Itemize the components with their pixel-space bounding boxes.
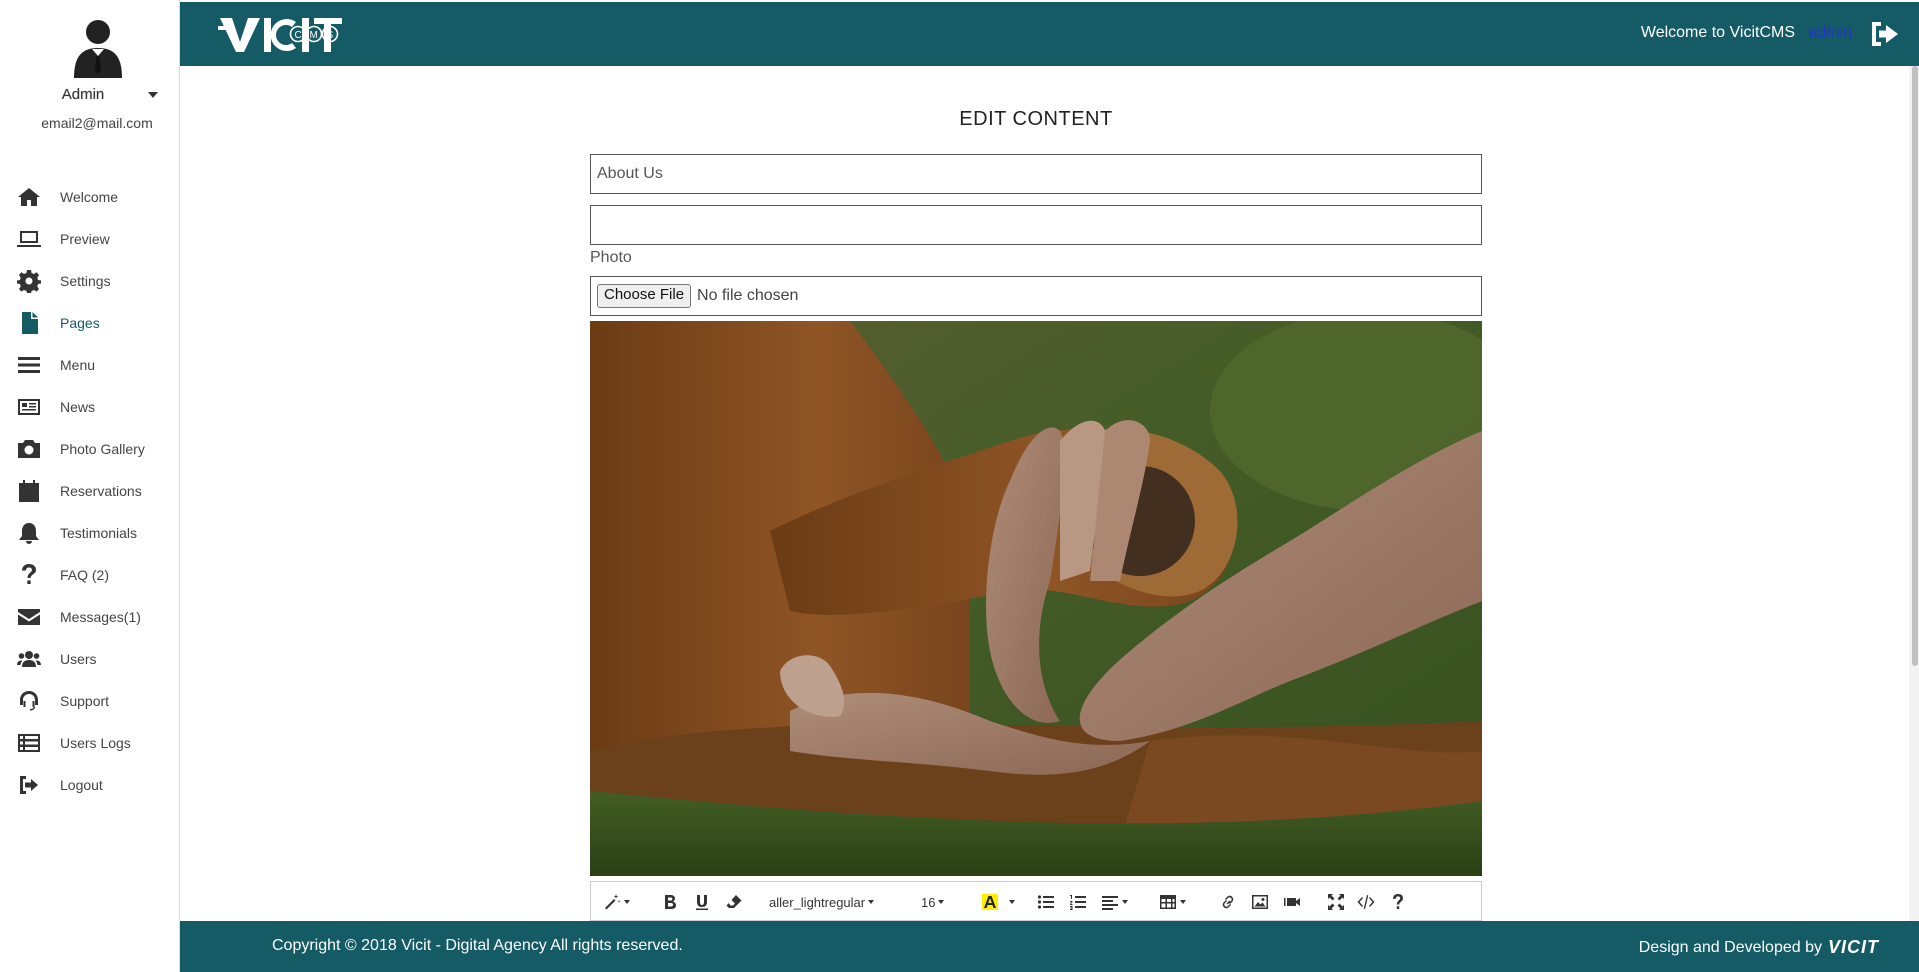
sidebar-item-welcome[interactable]: Welcome xyxy=(0,176,180,218)
font-size-label: 16 xyxy=(921,894,936,910)
main-content: EDIT CONTENT About Us Photo Choose File … xyxy=(180,66,1919,921)
question-icon xyxy=(16,562,42,588)
code-view-icon[interactable] xyxy=(1357,892,1375,912)
sidebar-item-settings[interactable]: Settings xyxy=(0,260,180,302)
sidebar-item-testimonials[interactable]: Testimonials xyxy=(0,512,180,554)
sidebar-item-news[interactable]: News xyxy=(0,386,180,428)
fullscreen-icon[interactable] xyxy=(1327,892,1345,912)
topbar: C M S Welcome to VicitCMS admin xyxy=(180,2,1919,66)
link-icon[interactable] xyxy=(1219,892,1237,912)
profile-name[interactable]: Admin xyxy=(0,86,166,103)
sidebar-item-users-logs[interactable]: Users Logs xyxy=(0,722,180,764)
footer-credit: Design and Developed by VICIT xyxy=(1639,937,1879,958)
sidebar-item-messages[interactable]: Messages(1) xyxy=(0,596,180,638)
chevron-down-icon[interactable] xyxy=(148,92,158,98)
unordered-list-icon[interactable] xyxy=(1037,892,1055,912)
bell-icon xyxy=(16,520,42,546)
sidebar-item-users[interactable]: Users xyxy=(0,638,180,680)
sidebar-item-label: Users Logs xyxy=(60,735,131,751)
gear-icon xyxy=(16,268,42,294)
photo-label: Photo xyxy=(590,249,632,266)
video-icon[interactable] xyxy=(1283,892,1301,912)
page-title: EDIT CONTENT xyxy=(959,108,1113,130)
sidebar-item-label: Welcome xyxy=(60,189,119,205)
sidebar-item-label: FAQ (2) xyxy=(60,567,110,583)
envelope-icon xyxy=(16,604,42,630)
sidebar: Admin email2@mail.com Welcome Preview Se… xyxy=(0,0,180,972)
ordered-list-icon[interactable] xyxy=(1069,892,1087,912)
photo-file-input[interactable]: Choose File No file chosen xyxy=(590,276,1482,316)
font-color-icon[interactable] xyxy=(981,892,1015,912)
sidebar-item-label: Settings xyxy=(60,273,111,289)
sidebar-item-label: Support xyxy=(60,693,110,709)
sidebar-item-faq[interactable]: FAQ (2) xyxy=(0,554,180,596)
eraser-icon[interactable] xyxy=(725,892,743,912)
newspaper-icon xyxy=(16,394,42,420)
footer-copyright: Copyright © 2018 Vicit - Digital Agency … xyxy=(272,937,683,954)
bars-icon xyxy=(16,352,42,378)
svg-text:M: M xyxy=(310,30,318,41)
font-family-label: aller_lightregular xyxy=(769,894,866,910)
font-family-dropdown[interactable]: aller_lightregular xyxy=(769,892,875,912)
sidebar-item-reservations[interactable]: Reservations xyxy=(0,470,180,512)
bold-icon[interactable] xyxy=(661,892,679,912)
sidebar-item-label: Messages(1) xyxy=(60,609,141,625)
subtitle-input[interactable] xyxy=(590,205,1482,245)
laptop-icon xyxy=(16,226,42,252)
about-us-photo xyxy=(590,321,1482,876)
sidebar-item-label: Pages xyxy=(60,315,100,331)
magic-icon[interactable] xyxy=(603,892,630,912)
sidebar-item-label: Preview xyxy=(60,231,110,247)
calendar-icon xyxy=(16,478,42,504)
sidebar-item-label: Testimonials xyxy=(60,525,138,541)
sidebar-item-label: Logout xyxy=(60,777,103,793)
table-icon[interactable] xyxy=(1159,892,1186,912)
footer-credit-text: Design and Developed by xyxy=(1638,938,1822,956)
underline-icon[interactable] xyxy=(693,892,711,912)
svg-text:S: S xyxy=(327,30,334,41)
sidebar-item-label: Menu xyxy=(60,357,96,373)
users-icon xyxy=(16,646,42,672)
editor-toolbar: aller_lightregular 16 xyxy=(590,881,1482,921)
sidebar-item-pages[interactable]: Pages xyxy=(0,302,180,344)
camera-icon xyxy=(16,436,42,462)
sidebar-item-photo-gallery[interactable]: Photo Gallery xyxy=(0,428,180,470)
choose-file-button[interactable]: Choose File xyxy=(597,284,692,308)
footer: Copyright © 2018 Vicit - Digital Agency … xyxy=(180,921,1919,972)
vicit-cms-logo[interactable]: C M S xyxy=(218,12,368,56)
admin-user-link[interactable]: admin xyxy=(1808,24,1852,42)
home-icon xyxy=(16,184,42,210)
list-icon xyxy=(16,730,42,756)
sidebar-item-label: Photo Gallery xyxy=(60,441,145,457)
title-input[interactable]: About Us xyxy=(590,154,1482,194)
picture-icon[interactable] xyxy=(1251,892,1269,912)
sign-out-icon[interactable] xyxy=(1869,20,1899,48)
sidebar-item-label: Reservations xyxy=(60,483,142,499)
align-icon[interactable] xyxy=(1101,892,1128,912)
vicit-footer-logo[interactable]: VICIT xyxy=(1828,937,1879,958)
avatar xyxy=(74,20,122,78)
font-size-dropdown[interactable]: 16 xyxy=(921,892,945,912)
welcome-text: Welcome to VicitCMS xyxy=(1640,24,1795,41)
sidebar-item-logout[interactable]: Logout xyxy=(0,764,180,806)
file-icon xyxy=(16,310,42,336)
svg-text:C: C xyxy=(295,30,302,41)
sidebar-item-label: Users xyxy=(60,651,97,667)
sidebar-item-label: News xyxy=(60,399,96,415)
sidebar-nav: Welcome Preview Settings Pages Menu News… xyxy=(0,176,180,806)
sidebar-item-support[interactable]: Support xyxy=(0,680,180,722)
headset-icon xyxy=(16,688,42,714)
help-icon[interactable] xyxy=(1389,892,1407,912)
file-status: No file chosen xyxy=(697,287,799,304)
profile-email: email2@mail.com xyxy=(41,115,153,131)
sidebar-item-preview[interactable]: Preview xyxy=(0,218,180,260)
sidebar-item-menu[interactable]: Menu xyxy=(0,344,180,386)
scrollbar-thumb[interactable] xyxy=(1912,66,1918,666)
sign-out-icon xyxy=(16,772,42,798)
